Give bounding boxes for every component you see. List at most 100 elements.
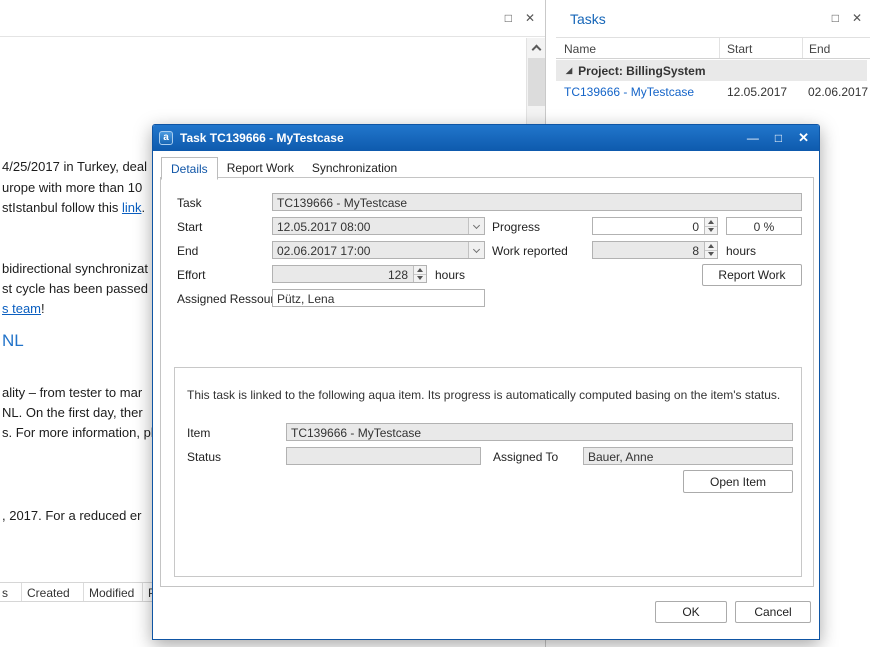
document-text-line: 4/25/2017 in Turkey, deal [2,159,147,174]
hyperlink[interactable]: link [122,200,142,215]
details-tab-page: Task TC139666 - MyTestcase Start 12.05.2… [160,177,814,587]
task-row[interactable]: TC139666 - MyTestcase 12.05.2017 02.06.2… [556,81,870,102]
window-controls: □ ✕ [505,11,535,25]
tasks-panel-title: Tasks [570,11,606,27]
spinner-arrows[interactable] [704,218,717,234]
end-date-combo[interactable]: 02.06.2017 17:00 [272,241,485,259]
task-start-date: 12.05.2017 [720,85,803,99]
spinner-down-icon[interactable] [705,251,717,259]
column-header-start[interactable]: Start [720,38,803,58]
work-reported-unit-label: hours [726,244,756,258]
window-controls: □ ✕ [832,11,862,25]
column-header-name[interactable]: Name [556,38,720,58]
group-collapse-icon[interactable]: ◢ [566,66,572,75]
task-field: TC139666 - MyTestcase [272,193,802,211]
tab-strip: Details Report Work Synchronization [161,157,406,179]
start-label: Start [177,220,202,234]
work-reported-label: Work reported [492,244,568,258]
text-fragment: ! [41,301,45,316]
spinner-down-icon[interactable] [705,227,717,235]
effort-unit-label: hours [435,268,465,282]
tab-report-work[interactable]: Report Work [218,157,303,179]
scrollbar-thumb[interactable] [528,58,545,106]
close-icon[interactable]: ✕ [525,11,535,25]
progress-value: 0 [692,220,699,234]
start-date-combo[interactable]: 12.05.2017 08:00 [272,217,485,235]
effort-spinner[interactable]: 128 [272,265,427,283]
document-text-line: NL. On the first day, ther [2,405,143,420]
maximize-icon[interactable]: □ [832,11,839,25]
start-date-value: 12.05.2017 08:00 [277,220,370,234]
table-column-header[interactable]: s [0,583,22,601]
dialog-titlebar[interactable]: a Task TC139666 - MyTestcase — □ ✕ [153,125,819,151]
work-reported-spinner[interactable]: 8 [592,241,718,259]
tab-synchronization[interactable]: Synchronization [303,157,406,179]
spinner-down-icon[interactable] [414,275,426,283]
close-icon[interactable]: ✕ [798,130,809,146]
assigned-to-field: Bauer, Anne [583,447,793,465]
text-fragment: . [141,200,145,215]
maximize-icon[interactable]: □ [505,11,512,25]
spinner-arrows[interactable] [704,242,717,258]
report-work-button[interactable]: Report Work [702,264,802,286]
chevron-down-icon [473,245,480,252]
task-end-date: 02.06.2017 [803,85,870,99]
effort-label: Effort [177,268,205,282]
document-heading: NL [2,331,24,351]
column-header-end[interactable]: End [803,38,870,58]
assigned-ressource-field[interactable]: Pütz, Lena [272,289,485,307]
vertical-scrollbar[interactable] [526,38,545,124]
document-text-line: urope with more than 10 [2,180,142,195]
item-label: Item [187,426,210,440]
end-label: End [177,244,198,258]
tasks-grid-header: Name Start End [556,37,870,59]
group-row-label: Project: BillingSystem [578,64,705,78]
assigned-to-value: Bauer, Anne [588,450,653,464]
spinner-arrows[interactable] [413,266,426,282]
dropdown-icon[interactable] [468,242,484,258]
open-item-button[interactable]: Open Item [683,470,793,493]
close-icon[interactable]: ✕ [852,11,862,25]
document-text-line: ality – from tester to mar [2,385,142,400]
assigned-ressource-value: Pütz, Lena [277,292,334,306]
task-dialog: a Task TC139666 - MyTestcase — □ ✕ Detai… [152,124,820,640]
end-date-value: 02.06.2017 17:00 [277,244,370,258]
spinner-up-icon[interactable] [705,242,717,251]
document-text-line: s team! [2,301,45,316]
hyperlink[interactable]: s team [2,301,41,316]
minimize-icon[interactable]: — [747,131,759,145]
progress-percent-box: 0 % [726,217,802,235]
status-field [286,447,481,465]
effort-value: 128 [388,268,408,282]
task-name-link[interactable]: TC139666 - MyTestcase [556,85,720,99]
item-field: TC139666 - MyTestcase [286,423,793,441]
document-text-line: st cycle has been passed [2,281,148,296]
scroll-up-icon[interactable] [527,38,545,57]
maximize-icon[interactable]: □ [775,131,782,145]
cancel-button[interactable]: Cancel [735,601,811,623]
progress-spinner[interactable]: 0 [592,217,718,235]
ok-button[interactable]: OK [655,601,727,623]
dropdown-icon[interactable] [468,218,484,234]
progress-label: Progress [492,220,540,234]
progress-percent-value: 0 % [754,220,775,234]
table-column-header[interactable]: Modified [84,583,143,601]
spinner-up-icon[interactable] [705,218,717,227]
work-reported-value: 8 [692,244,699,258]
tab-details[interactable]: Details [161,157,218,180]
assigned-to-label: Assigned To [493,450,558,464]
app-icon: a [159,131,173,145]
table-column-header[interactable]: Created [22,583,84,601]
linked-item-description: This task is linked to the following aqu… [187,388,780,402]
task-value: TC139666 - MyTestcase [277,196,407,210]
dialog-title: Task TC139666 - MyTestcase [180,131,344,145]
chevron-up-icon [531,44,541,54]
assigned-ressource-label: Assigned Ressource [177,292,287,306]
background-window-titlebar: □ ✕ [0,0,545,37]
document-text-line: bidirectional synchronizat [2,261,148,276]
spinner-up-icon[interactable] [414,266,426,275]
document-text-line: s. For more information, pl [2,425,154,440]
task-label: Task [177,196,202,210]
group-row-project[interactable]: ◢ Project: BillingSystem [556,60,867,81]
document-text-line: stIstanbul follow this link. [2,200,145,215]
